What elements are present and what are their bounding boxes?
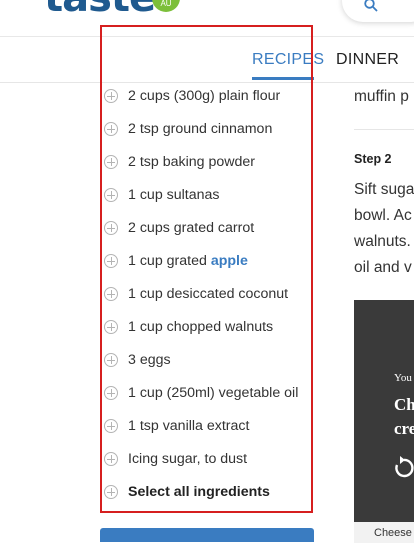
ingredients-list: 2 cups (300g) plain flour 2 tsp ground c…: [100, 80, 314, 509]
logo-badge: AU: [152, 0, 180, 12]
video-prefix-text: You: [394, 372, 412, 384]
ingredient-text: 1 cup (250ml) vegetable oil: [128, 385, 299, 401]
video-caption: Cheese: [374, 527, 412, 539]
add-circle-icon[interactable]: [104, 353, 118, 367]
add-circle-icon[interactable]: [104, 221, 118, 235]
ingredient-item[interactable]: 1 cup chopped walnuts: [100, 311, 314, 344]
select-all-ingredients[interactable]: Select all ingredients: [100, 476, 314, 509]
method-column: muffin p Step 2 Sift suga bowl. Ac walnu…: [354, 83, 414, 543]
method-divider: [354, 129, 414, 130]
step-text: Sift suga bowl. Ac walnuts. oil and v: [354, 177, 414, 281]
category-tabs: RECIPES DINNER: [0, 37, 414, 83]
video-caption-bar: Cheese: [354, 522, 414, 543]
search-button[interactable]: [342, 0, 414, 22]
ingredient-text: 2 cups (300g) plain flour: [128, 88, 281, 104]
add-circle-icon[interactable]: [104, 188, 118, 202]
video-title: Ch cre: [394, 393, 414, 441]
ingredient-item[interactable]: 3 eggs: [100, 344, 314, 377]
ingredient-item[interactable]: 1 cup grated apple: [100, 245, 314, 278]
method-text-previous: muffin p: [354, 88, 409, 105]
add-circle-icon[interactable]: [104, 320, 118, 334]
ingredient-item[interactable]: 2 cups grated carrot: [100, 212, 314, 245]
add-circle-icon[interactable]: [104, 122, 118, 136]
ingredient-item[interactable]: 2 tsp ground cinnamon: [100, 113, 314, 146]
site-header: taste AU: [0, 0, 414, 36]
step-line: walnuts.: [354, 233, 411, 250]
step-line: bowl. Ac: [354, 207, 412, 224]
add-circle-icon[interactable]: [104, 419, 118, 433]
ingredient-item[interactable]: 1 cup sultanas: [100, 179, 314, 212]
replay-icon[interactable]: [394, 456, 414, 478]
add-circle-icon[interactable]: [104, 287, 118, 301]
tab-recipes[interactable]: RECIPES: [252, 51, 324, 69]
add-circle-icon[interactable]: [104, 452, 118, 466]
video-title-line: cre: [394, 419, 414, 438]
ingredient-item[interactable]: 2 cups (300g) plain flour: [100, 80, 314, 113]
step-line: Sift suga: [354, 181, 414, 198]
video-player[interactable]: You Ch cre Cheese: [354, 300, 414, 543]
add-circle-icon[interactable]: [104, 155, 118, 169]
step-label: Step 2: [354, 152, 392, 166]
add-circle-icon[interactable]: [104, 89, 118, 103]
ingredient-text: 3 eggs: [128, 352, 171, 368]
ingredient-prefix: 1 cup grated: [128, 253, 211, 269]
add-to-list-button[interactable]: [100, 528, 314, 542]
ingredient-text: 1 cup chopped walnuts: [128, 319, 274, 335]
ingredient-text: 1 cup sultanas: [128, 187, 220, 203]
add-circle-icon[interactable]: [104, 485, 118, 499]
ingredient-item[interactable]: 2 tsp baking powder: [100, 146, 314, 179]
site-logo[interactable]: taste: [44, 0, 156, 18]
ingredient-item[interactable]: 1 cup (250ml) vegetable oil: [100, 377, 314, 410]
add-circle-icon[interactable]: [104, 254, 118, 268]
ingredient-text: 1 cup desiccated coconut: [128, 286, 289, 302]
ingredient-text: 2 tsp ground cinnamon: [128, 121, 273, 137]
select-all-label: Select all ingredients: [128, 484, 270, 500]
ingredient-item[interactable]: Icing sugar, to dust: [100, 443, 314, 476]
ingredient-text: 2 tsp baking powder: [128, 154, 255, 170]
video-title-line: Ch: [394, 395, 414, 414]
ingredient-item[interactable]: 1 tsp vanilla extract: [100, 410, 314, 443]
ingredient-item[interactable]: 1 cup desiccated coconut: [100, 278, 314, 311]
ingredient-text: 2 cups grated carrot: [128, 220, 255, 236]
tab-dinner[interactable]: DINNER: [336, 51, 399, 69]
ingredient-text: Icing sugar, to dust: [128, 451, 248, 467]
ingredient-text: 1 tsp vanilla extract: [128, 418, 250, 434]
step-line: oil and v: [354, 259, 412, 276]
ingredient-text: 1 cup grated apple: [128, 253, 248, 269]
add-circle-icon[interactable]: [104, 386, 118, 400]
ingredient-link-apple[interactable]: apple: [211, 253, 248, 269]
search-icon: [364, 0, 378, 12]
